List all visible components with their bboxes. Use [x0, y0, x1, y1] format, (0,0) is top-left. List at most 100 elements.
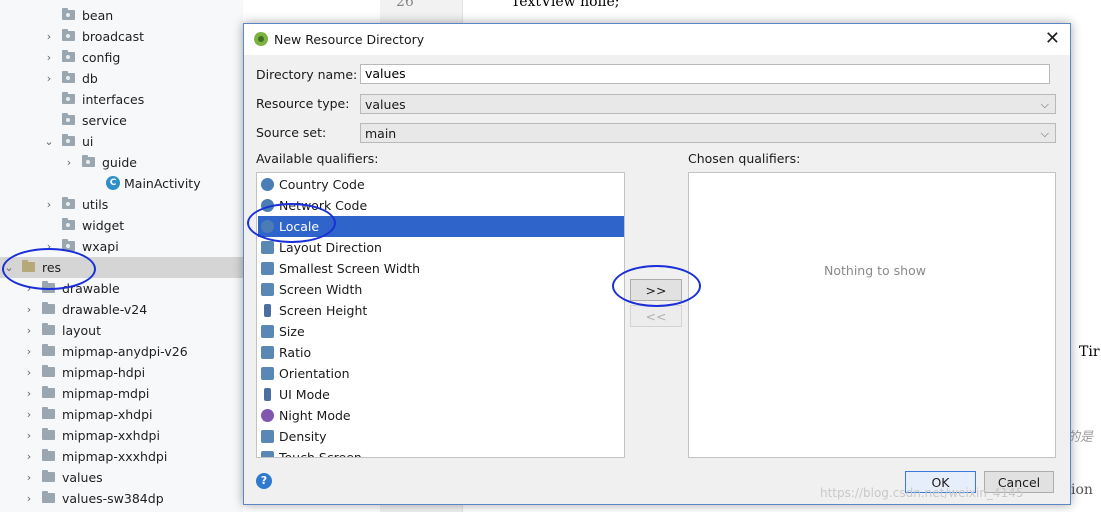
folder-icon: [42, 386, 55, 398]
tree-item-label: mipmap-hdpi: [62, 365, 146, 380]
help-icon[interactable]: ?: [256, 473, 272, 489]
tree-item-label: mipmap-xhdpi: [62, 407, 153, 422]
globe-icon: [261, 220, 274, 233]
folder-icon: [42, 365, 55, 377]
chevron-right-icon[interactable]: ›: [24, 278, 34, 299]
directory-name-field[interactable]: [360, 64, 1050, 84]
folder-icon: [42, 281, 55, 293]
resource-type-label: Resource type:: [256, 96, 350, 111]
bar-icon: [264, 304, 271, 317]
qualifier-label: Night Mode: [279, 408, 351, 423]
qualifier-item-density[interactable]: Density: [258, 426, 624, 447]
chevron-right-icon[interactable]: ›: [24, 299, 34, 320]
qualifier-item-ratio[interactable]: Ratio: [258, 342, 624, 363]
chevron-right-icon[interactable]: [64, 173, 74, 194]
chevron-right-icon[interactable]: ›: [24, 341, 34, 362]
chevron-right-icon[interactable]: ›: [24, 383, 34, 404]
tree-item-values[interactable]: › values: [0, 467, 243, 488]
tree-item-label: mipmap-mdpi: [62, 386, 150, 401]
tree-item-mipmap-anydpi-v26[interactable]: › mipmap-anydpi-v26: [0, 341, 243, 362]
tree-item-res[interactable]: ⌄ res: [0, 257, 243, 278]
close-icon[interactable]: ✕: [1045, 28, 1060, 49]
tree-item-guide[interactable]: › guide: [0, 152, 243, 173]
qualifier-item-screen-width[interactable]: Screen Width: [258, 279, 624, 300]
square-icon: [261, 430, 274, 443]
chevron-down-icon[interactable]: ⌄: [4, 257, 14, 278]
chevron-right-icon[interactable]: ›: [24, 467, 34, 488]
chevron-right-icon[interactable]: [44, 5, 54, 26]
qualifier-item-locale[interactable]: Locale: [258, 216, 624, 237]
tree-item-mipmap-xxxhdpi[interactable]: › mipmap-xxxhdpi: [0, 446, 243, 467]
qualifier-item-size[interactable]: Size: [258, 321, 624, 342]
available-qualifiers-list[interactable]: Touch Screen Density Night Mode UI Mode Orie…: [256, 172, 625, 458]
tree-item-label: widget: [82, 218, 125, 233]
chosen-qualifiers-list[interactable]: Nothing to show: [688, 172, 1056, 458]
chevron-right-icon[interactable]: ›: [44, 68, 54, 89]
chevron-right-icon[interactable]: [44, 215, 54, 236]
chevron-right-icon[interactable]: ›: [24, 488, 34, 509]
tree-item-config[interactable]: › config: [0, 47, 243, 68]
chosen-qualifiers-label: Chosen qualifiers:: [688, 151, 801, 166]
qualifier-item-ui-mode[interactable]: UI Mode: [258, 384, 624, 405]
tree-item-drawable-v24[interactable]: › drawable-v24: [0, 299, 243, 320]
remove-qualifier-button[interactable]: <<: [630, 305, 682, 327]
chevron-right-icon[interactable]: ›: [44, 47, 54, 68]
qualifier-item-network-code[interactable]: Network Code: [258, 195, 624, 216]
qualifier-item-night-mode[interactable]: Night Mode: [258, 405, 624, 426]
package-icon: [62, 29, 75, 41]
tree-item-ui[interactable]: ⌄ ui: [0, 131, 243, 152]
tree-item-bean[interactable]: bean: [0, 5, 243, 26]
tree-item-broadcast[interactable]: › broadcast: [0, 26, 243, 47]
chevron-right-icon[interactable]: ›: [24, 446, 34, 467]
qualifier-item-country-code[interactable]: Country Code: [258, 174, 624, 195]
tree-item-wxapi[interactable]: › wxapi: [0, 236, 243, 257]
qualifier-item-orientation[interactable]: Orientation: [258, 363, 624, 384]
chevron-right-icon[interactable]: ›: [24, 425, 34, 446]
package-icon: [62, 8, 75, 20]
tree-item-mipmap-mdpi[interactable]: › mipmap-mdpi: [0, 383, 243, 404]
resource-type-select[interactable]: values ⌵: [360, 94, 1056, 114]
class-icon: C: [106, 176, 120, 190]
chevron-right-icon[interactable]: [44, 89, 54, 110]
chevron-right-icon[interactable]: ›: [44, 194, 54, 215]
qualifier-item-screen-height[interactable]: Screen Height: [258, 300, 624, 321]
qualifier-item-smallest-screen-width[interactable]: Smallest Screen Width: [258, 258, 624, 279]
qualifier-label: Country Code: [279, 177, 365, 192]
tree-item-drawable[interactable]: › drawable: [0, 278, 243, 299]
add-qualifier-button[interactable]: >>: [630, 279, 682, 301]
chevron-right-icon[interactable]: ›: [64, 152, 74, 173]
tree-item-db[interactable]: › db: [0, 68, 243, 89]
project-tree: bean › broadcast › config › db interfaces servic…: [0, 0, 243, 512]
square-icon: [261, 241, 274, 254]
folder-icon: [42, 449, 55, 461]
tree-item-widget[interactable]: widget: [0, 215, 243, 236]
dialog-titlebar[interactable]: New Resource Directory ✕: [244, 24, 1070, 55]
chevron-down-icon[interactable]: ⌄: [44, 131, 54, 152]
chevron-right-icon[interactable]: ›: [44, 26, 54, 47]
tree-item-mipmap-xhdpi[interactable]: › mipmap-xhdpi: [0, 404, 243, 425]
tree-item-service[interactable]: service: [0, 110, 243, 131]
empty-list-text: Nothing to show: [824, 263, 926, 278]
source-set-value: main: [365, 126, 397, 141]
tree-item-utils[interactable]: › utils: [0, 194, 243, 215]
bar-icon: [264, 388, 271, 401]
tree-item-label: guide: [102, 155, 137, 170]
chevron-right-icon[interactable]: [44, 110, 54, 131]
square-icon: [261, 262, 274, 275]
qualifier-item-touch-screen[interactable]: Touch Screen: [258, 447, 624, 457]
chevron-right-icon[interactable]: ›: [24, 320, 34, 341]
chevron-right-icon[interactable]: ›: [44, 236, 54, 257]
tree-item-label: drawable: [62, 281, 120, 296]
tree-item-mipmap-hdpi[interactable]: › mipmap-hdpi: [0, 362, 243, 383]
tree-item-values-sw384dp[interactable]: › values-sw384dp: [0, 488, 243, 509]
chevron-right-icon[interactable]: ›: [24, 404, 34, 425]
tree-item-layout[interactable]: › layout: [0, 320, 243, 341]
code-line: TextView holle;: [511, 0, 620, 10]
tree-item-mainactivity[interactable]: C MainActivity: [0, 173, 243, 194]
directory-name-label: Directory name:: [256, 67, 358, 82]
qualifier-item-layout-direction[interactable]: Layout Direction: [258, 237, 624, 258]
tree-item-interfaces[interactable]: interfaces: [0, 89, 243, 110]
tree-item-mipmap-xxhdpi[interactable]: › mipmap-xxhdpi: [0, 425, 243, 446]
source-set-select[interactable]: main ⌵: [360, 123, 1056, 143]
chevron-right-icon[interactable]: ›: [24, 362, 34, 383]
